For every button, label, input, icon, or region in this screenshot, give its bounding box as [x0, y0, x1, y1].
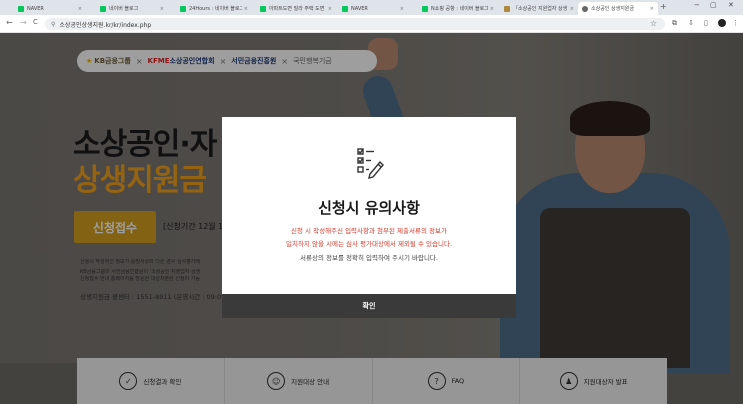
address-bar[interactable]: ⚲ 소상공인상생지원.kr/kr/index.php ☆: [45, 18, 665, 30]
forward-button[interactable]: →: [20, 18, 27, 27]
modal-info: 서류상의 정보를 정확히 입력하여 주시기 바랍니다.: [300, 254, 438, 262]
modal-warning-line: 신청 시 작성해주신 입력사항과 첨부된 제출서류의 정보가: [291, 227, 447, 235]
browser-tab[interactable]: 「소상공인 지원업자 상생 ×: [500, 2, 578, 15]
tab-strip: NAVER × 네이버 블로그 × 24Hours : 네이버 블로그 × 아파트도면…: [0, 0, 743, 15]
browser-tab[interactable]: 아파트도면 빌라 주택 도면 ×: [256, 2, 336, 15]
browser-tab[interactable]: N쇼핑 공항 : 네이버 블로그 ×: [418, 2, 498, 15]
site-favicon-icon: [504, 5, 510, 12]
naver-favicon-icon: [422, 5, 428, 12]
side-panel-icon[interactable]: ▯: [704, 19, 708, 27]
site-info-icon[interactable]: ⚲: [51, 21, 55, 28]
browser-toolbar: ← → C ⚲ 소상공인상생지원.kr/kr/index.php ☆ ⧉ ⇩ ▯…: [0, 15, 743, 33]
extensions-icon[interactable]: ⧉: [672, 19, 677, 28]
menu-icon[interactable]: ⋮: [732, 19, 739, 27]
profile-avatar[interactable]: [718, 19, 726, 27]
browser-tab[interactable]: 네이버 블로그 ×: [96, 2, 168, 15]
globe-icon: [582, 5, 588, 12]
close-icon[interactable]: ×: [490, 6, 494, 12]
web-page: ★ KB금융그룹 × KFME 소상공인연합회 × 서민금융진흥원 × 국민행복기금…: [0, 33, 743, 404]
browser-tab[interactable]: NAVER ×: [338, 2, 408, 15]
maximize-icon[interactable]: ▢: [710, 1, 717, 9]
reload-button[interactable]: C: [33, 18, 38, 26]
close-icon[interactable]: ×: [78, 6, 82, 12]
close-icon[interactable]: ×: [244, 6, 248, 12]
browser-tab[interactable]: NAVER ×: [14, 2, 86, 15]
browser-tab-active[interactable]: 소상공인 상생지원금 ×: [578, 2, 658, 15]
back-button[interactable]: ←: [6, 18, 13, 27]
new-tab-button[interactable]: +: [660, 2, 667, 11]
close-icon[interactable]: ×: [650, 6, 654, 12]
naver-favicon-icon: [260, 5, 266, 12]
close-icon[interactable]: ×: [328, 6, 332, 12]
close-icon[interactable]: ×: [160, 6, 164, 12]
confirm-button[interactable]: 확인: [222, 294, 516, 318]
browser-tab[interactable]: 24Hours : 네이버 블로그 ×: [176, 2, 252, 15]
close-icon[interactable]: ×: [570, 6, 574, 12]
url-text[interactable]: 소상공인상생지원.kr/kr/index.php: [59, 20, 151, 29]
modal-title: 신청시 유의사항: [318, 199, 420, 217]
naver-favicon-icon: [180, 5, 186, 12]
window-close-icon[interactable]: ✕: [728, 1, 734, 9]
bookmark-star-icon[interactable]: ☆: [650, 19, 657, 28]
naver-favicon-icon: [342, 5, 348, 12]
minimize-icon[interactable]: −: [694, 1, 700, 9]
modal-warning-line: 일치하지 않을 시에는 심사 평가대상에서 제외될 수 있습니다.: [285, 240, 453, 248]
checklist-pen-icon: [357, 148, 384, 179]
notice-modal: 신청시 유의사항 신청 시 작성해주신 입력사항과 첨부된 제출서류의 정보가 …: [222, 117, 516, 318]
downloads-icon[interactable]: ⇩: [688, 19, 694, 27]
naver-favicon-icon: [100, 5, 106, 12]
close-icon[interactable]: ×: [400, 6, 404, 12]
naver-favicon-icon: [18, 5, 24, 12]
